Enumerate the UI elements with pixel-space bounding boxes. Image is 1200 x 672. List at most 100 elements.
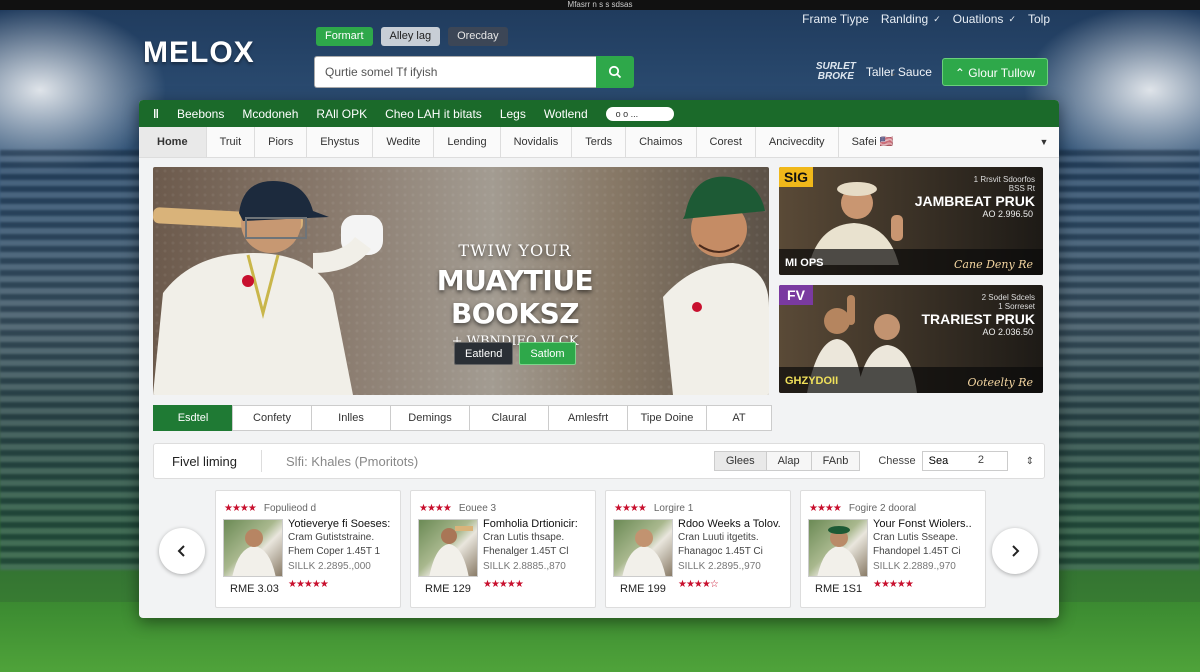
category-tab[interactable]: Inlles: [311, 405, 391, 431]
filter-input-count: 2: [977, 454, 984, 466]
main-nav-item[interactable]: Cheo LAH it bitats: [385, 107, 482, 121]
product-card[interactable]: ★★★★ Fogire 2 dooral Your Fonst Wiolers..…: [800, 490, 986, 608]
follow-button[interactable]: ⌃ Glour Tullow: [941, 58, 1048, 86]
search-button[interactable]: [596, 56, 634, 88]
filter-divider: [261, 450, 263, 472]
top-nav: Frame Tiype Ranlding ✓ Ouatilons ✓ Tolp: [802, 12, 1050, 26]
rating-stars-icon: ★★★★☆: [678, 579, 719, 590]
main-nav-item[interactable]: Wotlend: [544, 107, 588, 121]
product-desc: Cran Lutis thsape.: [483, 532, 565, 543]
sub-nav-item[interactable]: Truit: [207, 127, 256, 157]
top-nav-item-frame-type[interactable]: Frame Tiype: [802, 12, 869, 26]
top-nav-item-ranlding[interactable]: Ranlding ✓: [881, 12, 941, 26]
main-nav-item[interactable]: Mcodoneh: [242, 107, 298, 121]
sub-nav-item[interactable]: Safei 🇺🇸: [839, 127, 907, 157]
category-tab[interactable]: Esdtel: [153, 405, 233, 431]
category-tab[interactable]: Claural: [469, 405, 549, 431]
product-card[interactable]: ★★★★ Fopulieod d Yotieverye fi Soeses: Cr…: [215, 490, 401, 608]
hero-banner[interactable]: TWIW YOUR MUAYTIUE BOOKSZ + WBNDIEO VLCK…: [153, 167, 769, 395]
sub-nav-item[interactable]: Lending: [434, 127, 501, 157]
search-input[interactable]: [314, 56, 596, 88]
product-rating: ★★★★ Lorgire 1: [614, 503, 694, 514]
rating-stars-icon: ★★★★★: [288, 579, 329, 590]
filter-input[interactable]: [921, 451, 1008, 471]
promo-tag: SIG: [779, 167, 813, 187]
menu-icon[interactable]: ‖: [153, 107, 159, 121]
sub-nav: Home Truit Piors Ehystus Wedite Lending …: [139, 127, 1059, 158]
sub-nav-item[interactable]: Ancivecdity: [756, 127, 839, 157]
rating-stars-icon: ★★★★: [419, 503, 452, 514]
sub-nav-item[interactable]: Piors: [255, 127, 308, 157]
brand-area: SURLET BROKE Taller Sauce ⌃ Glour Tullow: [816, 58, 1048, 86]
sub-nav-item[interactable]: Wedite: [373, 127, 435, 157]
sub-nav-item[interactable]: Corest: [697, 127, 756, 157]
main-nav-item[interactable]: Legs: [500, 107, 526, 121]
pill-tab-formart[interactable]: Formart: [316, 27, 373, 46]
nav-toggle[interactable]: o o ...: [605, 106, 674, 121]
promo-meta: 2 Sodel Sdcels 1 Sorreset: [981, 293, 1035, 311]
carousel-next-button[interactable]: [992, 528, 1038, 574]
sub-nav-item[interactable]: Novidalis: [501, 127, 573, 157]
top-nav-item-ouatilons[interactable]: Ouatilons ✓: [953, 12, 1016, 26]
hero-button-satlom[interactable]: Satlom: [519, 342, 576, 365]
pill-tab-alley-lag[interactable]: Alley lag: [380, 27, 441, 46]
product-title: Your Fonst Wiolers..: [873, 518, 972, 530]
category-tab[interactable]: AT: [706, 405, 772, 431]
product-meta: Fhem Coper 1.45T 1: [288, 546, 381, 557]
main-nav-item[interactable]: Beebons: [177, 107, 224, 121]
product-price: RME 129: [425, 583, 471, 595]
sub-nav-item-home[interactable]: Home: [139, 127, 207, 157]
promo-footer-right: Ooteelty Re: [967, 376, 1033, 389]
chevron-right-icon: [1012, 545, 1020, 557]
promo-card-2[interactable]: FV 2 Sodel Sdcels 1 Sorreset TRARIEST PR…: [779, 285, 1043, 393]
caret-down-icon[interactable]: ▼: [1029, 127, 1059, 157]
filter-button[interactable]: FAnb: [810, 451, 861, 471]
product-image: [613, 519, 673, 577]
category-tab[interactable]: Amlesfrt: [548, 405, 628, 431]
rating-stars-icon: ★★★★: [614, 503, 647, 514]
category-tab[interactable]: Tipe Doine: [627, 405, 707, 431]
product-image: [418, 519, 478, 577]
pill-tab-orecday[interactable]: Orecday: [448, 27, 508, 46]
product-card[interactable]: ★★★★ Eouee 3 Fomholia Drtionicir: Cran Lu…: [410, 490, 596, 608]
pill-tabs: Formart Alley lag Orecday: [316, 27, 508, 46]
sub-nav-item[interactable]: Chaimos: [626, 127, 697, 157]
search-bar: ⌄: [314, 56, 898, 88]
top-nav-item-tolp[interactable]: Tolp: [1028, 12, 1050, 26]
product-desc: Cram Gutiststraine.: [288, 532, 375, 543]
rating-stars-icon: ★★★★★: [483, 579, 524, 590]
hero-title: MUAYTIUE BOOKSZ: [436, 264, 594, 330]
promo-card-1[interactable]: SIG 1 Rrsvit Sdoorfos BSS Rt JAMBREAT PR…: [779, 167, 1043, 275]
cricket-player-thumbnail: [817, 526, 861, 576]
filter-subtitle: Slfi: Khales (Pmoritots): [286, 453, 419, 469]
category-tab[interactable]: Confety: [232, 405, 312, 431]
batsman-illustration: [153, 181, 383, 395]
filter-button[interactable]: Alap: [765, 451, 812, 471]
main-nav-item[interactable]: RAll OPK: [316, 107, 367, 121]
cricket-player-thumbnail: [622, 529, 666, 576]
product-desc: Cran Luuti itgetits.: [678, 532, 759, 543]
filter-button[interactable]: Glees: [713, 451, 767, 471]
sub-nav-item[interactable]: Ehystus: [307, 127, 374, 157]
filter-title: Fivel liming: [172, 453, 238, 469]
carousel-prev-button[interactable]: [159, 528, 205, 574]
site-logo[interactable]: MELOX: [143, 36, 255, 70]
sort-icon[interactable]: ⇕: [1026, 456, 1034, 467]
product-desc: Cran Lutis Sseape.: [873, 532, 959, 543]
partner-name: Taller Sauce: [865, 65, 932, 79]
filter-bar: Fivel liming Slfi: Khales (Pmoritots) Gl…: [153, 443, 1045, 479]
hero-button-eatlend[interactable]: Eatlend: [454, 342, 514, 365]
rating-stars-icon: ★★★★★: [873, 579, 914, 590]
promo-footer-left: MI OPS: [785, 257, 824, 269]
sub-nav-item[interactable]: Terds: [572, 127, 627, 157]
main-panel: ‖ Beebons Mcodoneh RAll OPK Cheo LAH it …: [139, 100, 1059, 618]
product-price: RME 199: [620, 583, 666, 595]
hero-kicker: TWIW YOUR: [458, 241, 572, 260]
chevron-down-icon: ✓: [933, 13, 941, 24]
promo-subtitle: AO 2.036.50: [982, 327, 1033, 337]
category-tab[interactable]: Demings: [390, 405, 470, 431]
product-price: RME 3.03: [230, 583, 279, 595]
promo-title: TRARIEST PRUK: [921, 311, 1035, 327]
bowler-illustration: [663, 176, 769, 395]
product-card[interactable]: ★★★★ Lorgire 1 Rdoo Weeks a Tolov. Cran L…: [605, 490, 791, 608]
